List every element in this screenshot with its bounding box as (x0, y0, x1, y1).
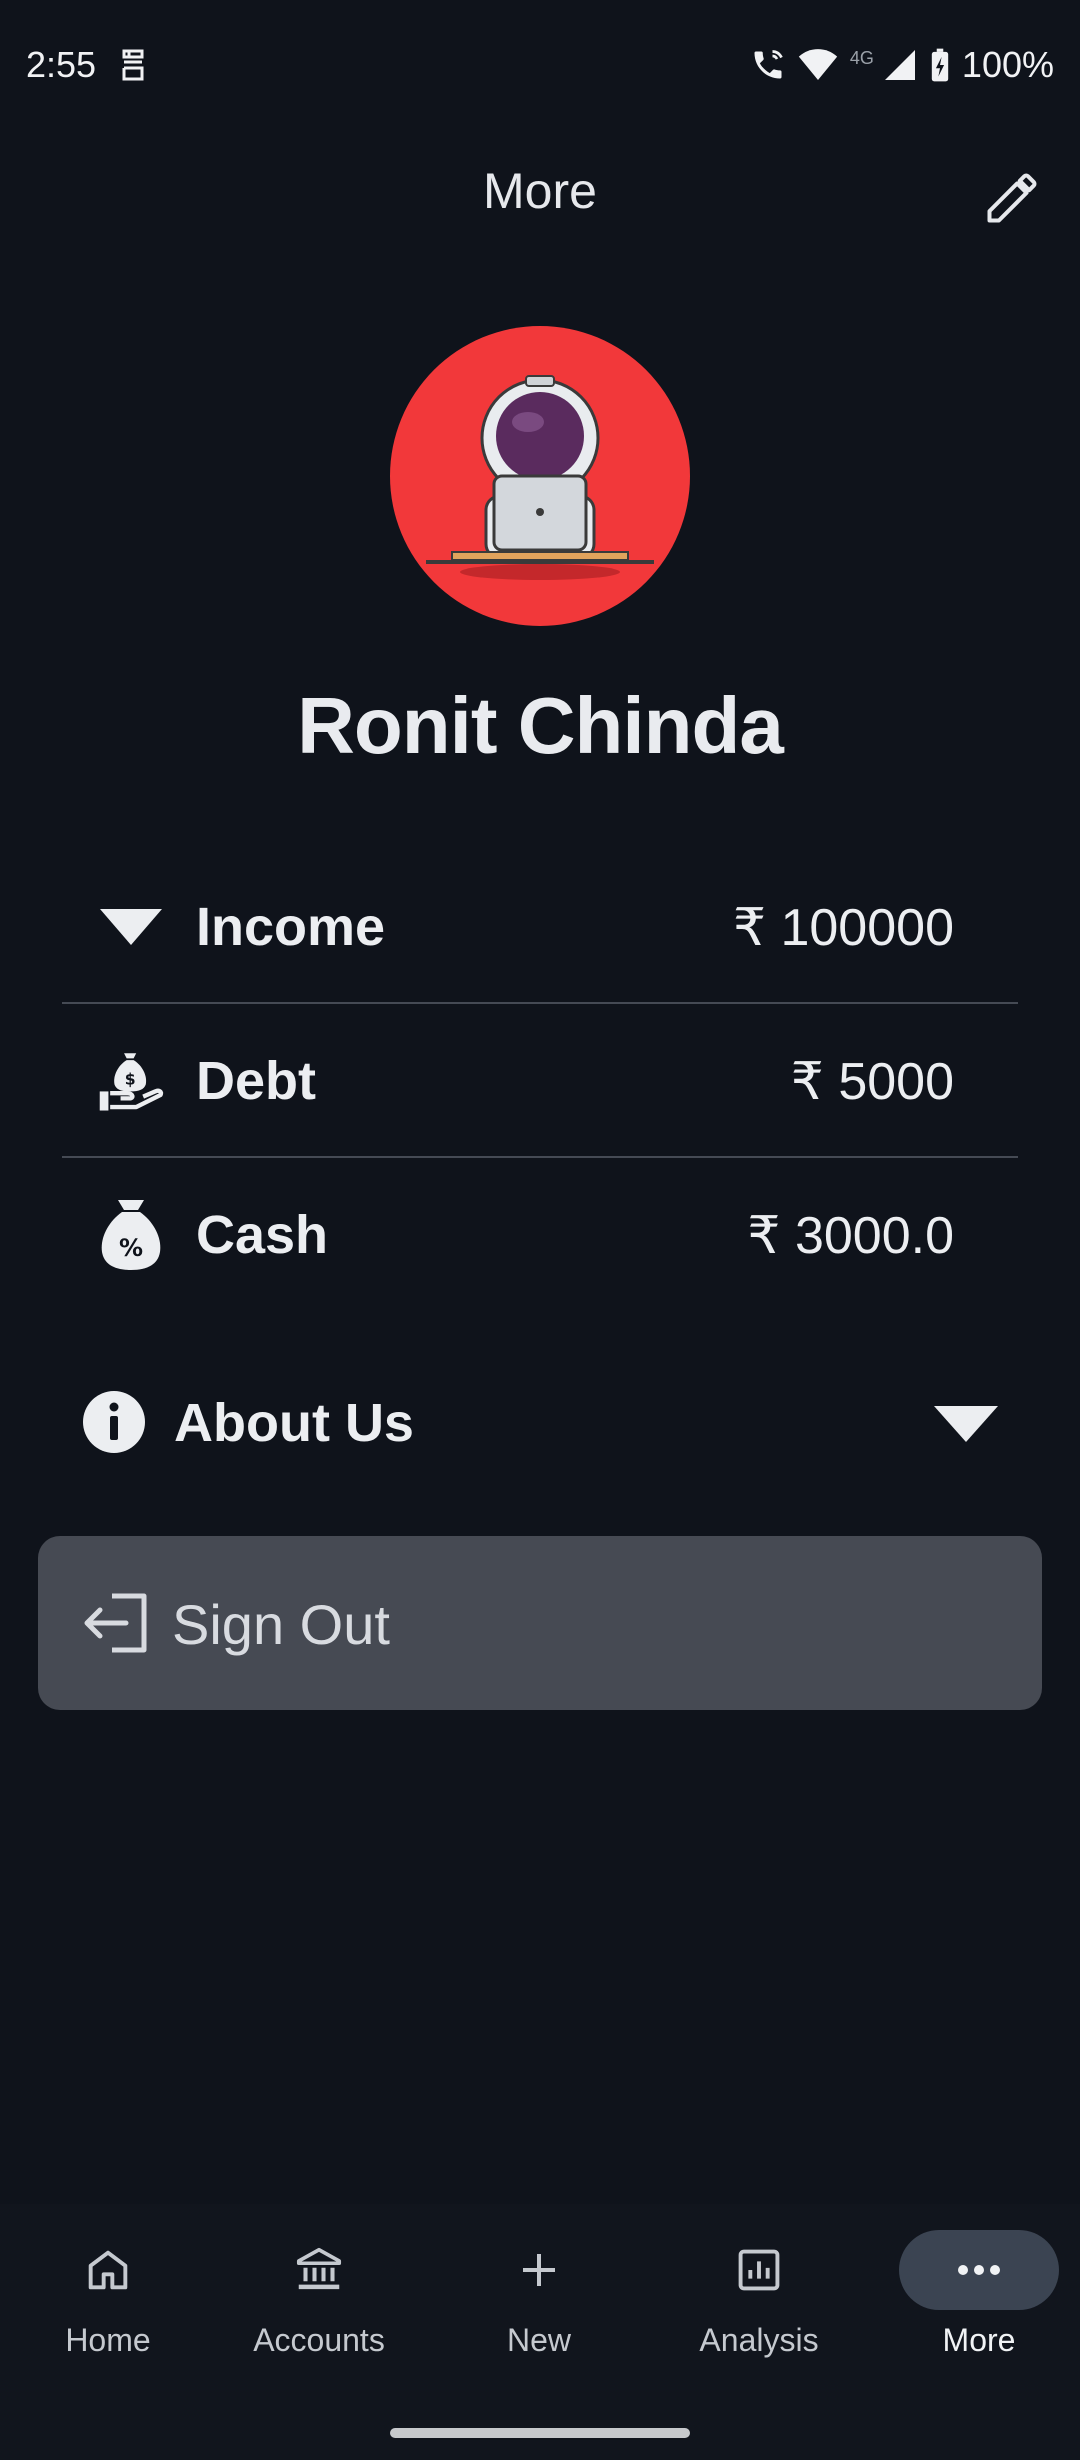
cash-value: ₹ 3000.0 (747, 1207, 954, 1265)
triangle-down-icon (98, 894, 164, 960)
income-value: ₹ 100000 (732, 899, 954, 957)
page-title: More (483, 163, 597, 219)
battery-icon (931, 48, 949, 82)
astronaut-illustration (426, 375, 654, 580)
sign-out-label: Sign Out (172, 1593, 390, 1656)
nav-more[interactable]: More (871, 2230, 1080, 2380)
info-icon (83, 1391, 145, 1453)
nav-home-label: Home (65, 2322, 151, 2358)
battery-percent: 100% (961, 44, 1054, 85)
signal-icon (884, 50, 915, 80)
more-dots-icon (958, 2265, 1000, 2275)
more-screen: 2:55 4G 100% More Ronit Chinda Income ₹ … (0, 0, 1080, 2460)
avatar[interactable] (390, 326, 690, 626)
nav-new-label: New (506, 2322, 571, 2358)
pencil-icon (987, 173, 1037, 223)
chart-icon (738, 2249, 780, 2291)
cash-label: Cash (196, 1205, 329, 1265)
top-app-bar: More (0, 150, 1080, 240)
nav-home[interactable]: Home (0, 2230, 216, 2380)
debt-value: ₹ 5000 (790, 1053, 954, 1111)
debt-row[interactable]: $ Debt ₹ 5000 (62, 1004, 1018, 1158)
user-name: Ronit Chinda (297, 681, 784, 770)
logout-icon (84, 1593, 147, 1653)
cash-row[interactable]: % Cash ₹ 3000.0 (62, 1158, 1018, 1310)
bottom-navigation: Home Accounts New Analysis More (0, 2204, 1080, 2460)
home-indicator[interactable] (390, 2428, 690, 2438)
income-row[interactable]: Income ₹ 100000 (62, 850, 1018, 1004)
bank-icon (296, 2247, 342, 2290)
sim-icon (122, 49, 144, 81)
svg-text:%: % (119, 1234, 143, 1262)
wifi-call-icon (754, 50, 783, 79)
edit-button[interactable] (980, 166, 1044, 230)
finance-summary-list: Income ₹ 100000 $ Debt ₹ 5000 % Cash ₹ 3… (62, 850, 1018, 1310)
status-bar: 2:55 4G 100% (0, 0, 1080, 130)
status-time: 2:55 (26, 44, 97, 85)
status-icons: 4G 100% (750, 44, 1054, 86)
nav-accounts[interactable]: Accounts (211, 2230, 427, 2380)
home-icon (88, 2250, 128, 2290)
nav-accounts-label: Accounts (253, 2322, 385, 2358)
nav-analysis-label: Analysis (699, 2322, 819, 2358)
percent-bag-icon: % (98, 1200, 164, 1270)
nav-new[interactable]: New (431, 2230, 647, 2380)
network-type-label: 4G (849, 47, 874, 68)
nav-analysis[interactable]: Analysis (651, 2230, 867, 2380)
money-bag-hand-icon: $ (98, 1048, 164, 1114)
debt-label: Debt (196, 1051, 316, 1111)
svg-text:$: $ (125, 1069, 136, 1088)
nav-more-label: More (942, 2322, 1016, 2358)
sign-out-button[interactable]: Sign Out (38, 1536, 1042, 1710)
about-us-row[interactable]: About Us (82, 1378, 1000, 1468)
chevron-down-icon[interactable] (932, 1404, 1000, 1444)
income-label: Income (196, 897, 386, 957)
about-us-label: About Us (174, 1393, 414, 1453)
wifi-icon (798, 49, 838, 80)
plus-icon (523, 2254, 555, 2286)
